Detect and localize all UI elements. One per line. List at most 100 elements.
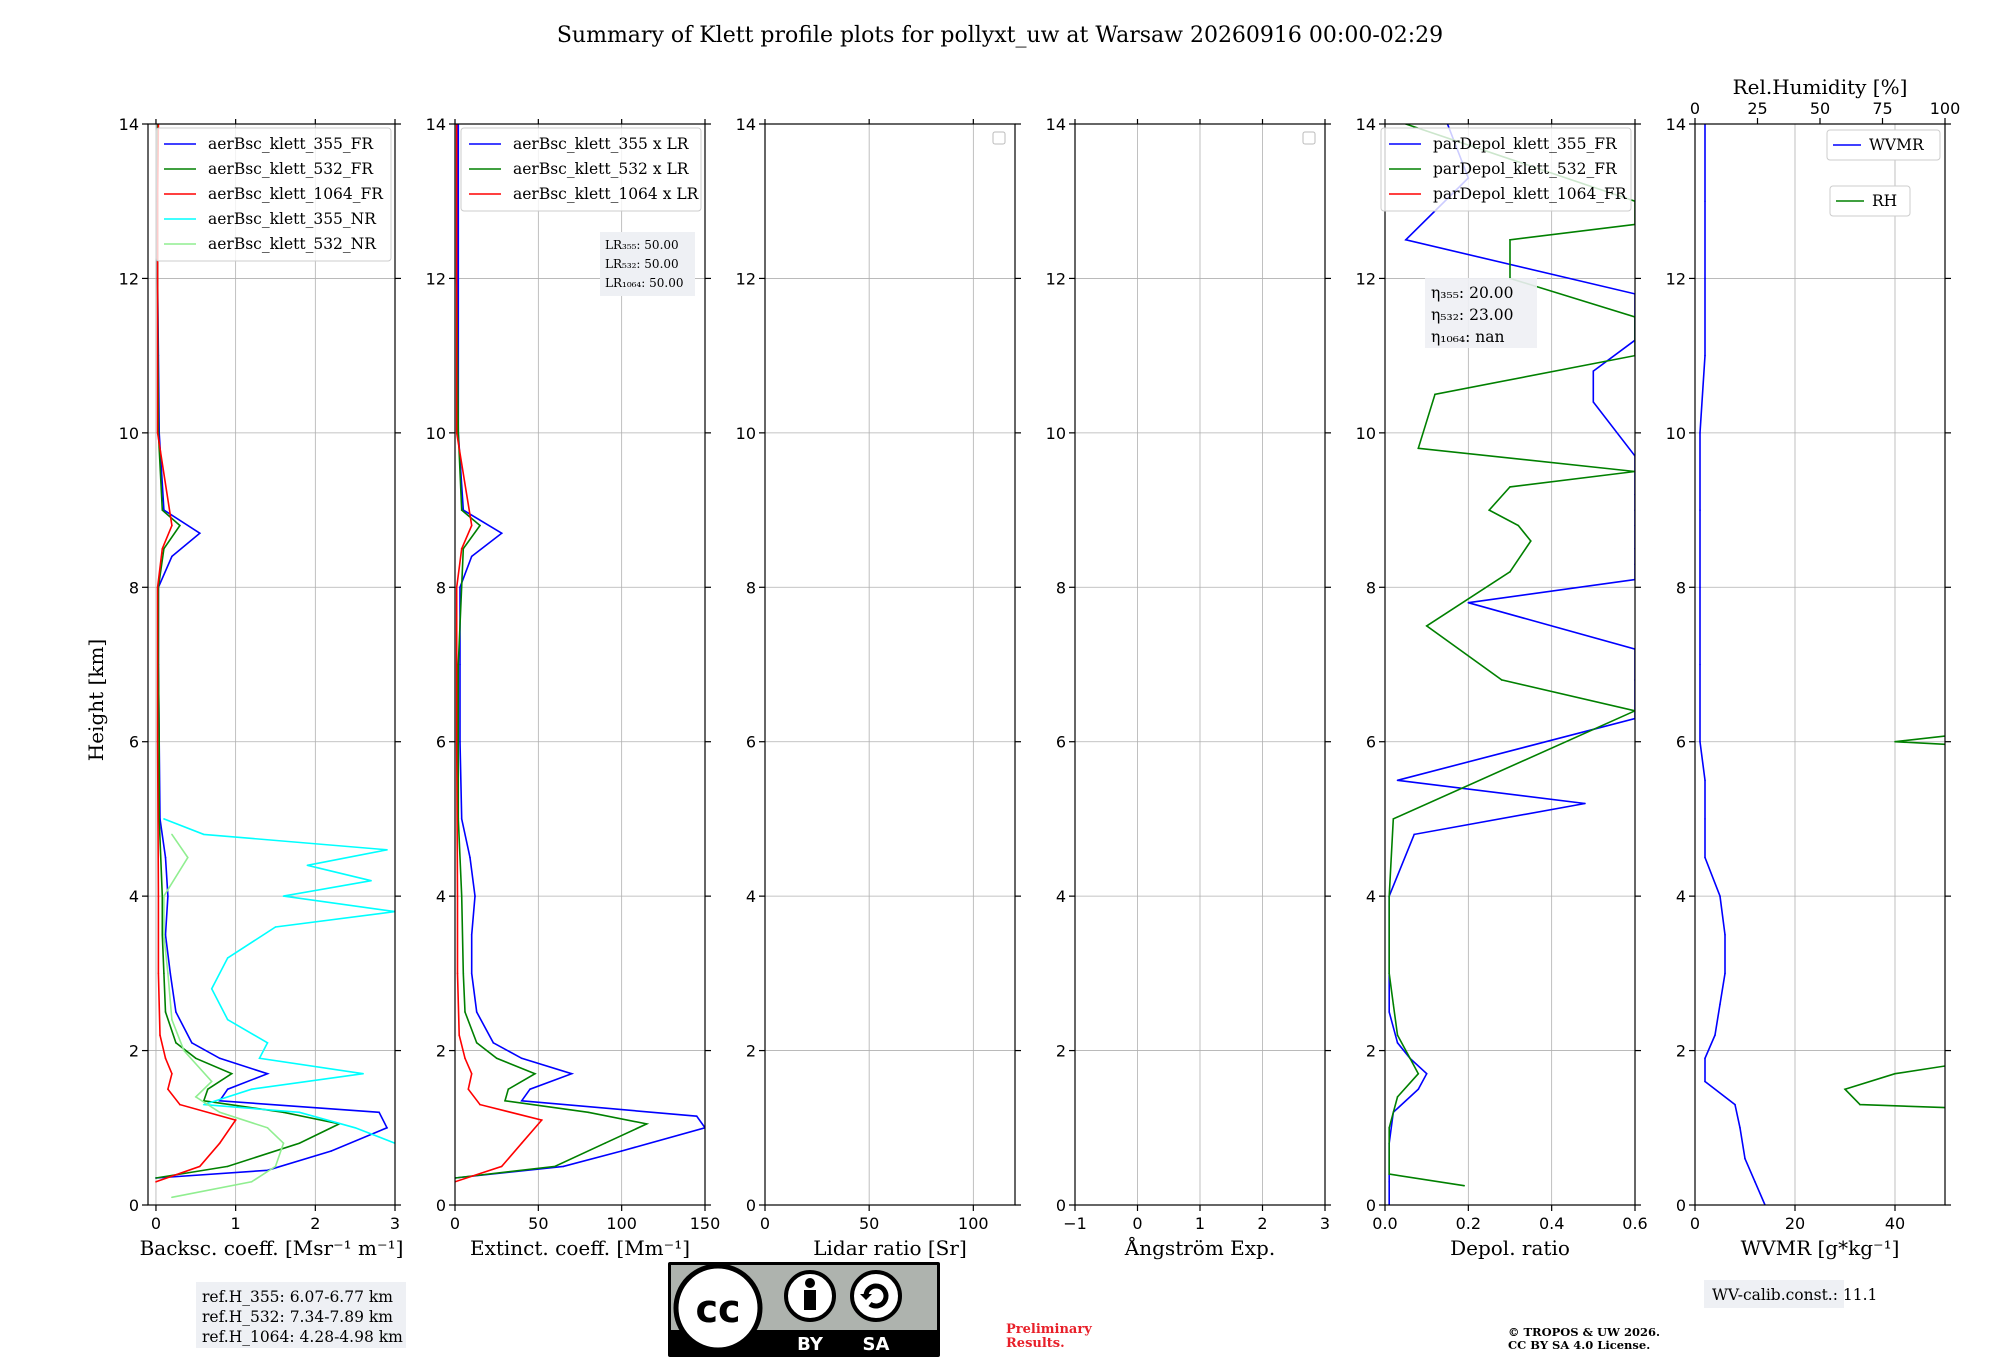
series-point: [274, 926, 277, 928]
series-point: [455, 586, 458, 589]
series-point: [306, 864, 309, 867]
series-point: [470, 972, 473, 975]
series-point: [1894, 1072, 1896, 1075]
x-axis-label: Depol. ratio: [1450, 1236, 1570, 1260]
series-point: [1592, 370, 1595, 372]
series-point: [274, 1165, 277, 1168]
series-point: [604, 1142, 606, 1145]
series-point: [1392, 1003, 1395, 1006]
x-tick-label: 0: [1132, 1214, 1142, 1233]
legend-label: parDepol_klett_532_FR: [1433, 160, 1618, 178]
series-point: [195, 1096, 197, 1098]
series-point: [695, 1115, 698, 1118]
panel-lidar_ratio: 0 2 4 6 8 10 12 14 0 50 100 Lidar ratio [Sr]: [736, 115, 1021, 1260]
series-point: [169, 972, 172, 975]
figure: Summary of Klett profile plots for polly…: [84, 23, 1961, 1357]
series-point: [171, 833, 173, 836]
y-tick-label: 12: [1666, 269, 1686, 288]
series-point: [266, 1072, 269, 1075]
x-tick-label: 0.6: [1622, 1214, 1647, 1233]
series-point: [202, 1103, 205, 1106]
x2-tick-label: 50: [1810, 99, 1830, 118]
x-tick-label: 1: [231, 1214, 241, 1233]
y-tick-label: 4: [436, 887, 446, 906]
series-point: [620, 1150, 623, 1152]
panel-frame: [1694, 123, 1946, 1206]
x2-tick-label: 75: [1872, 99, 1892, 118]
attribution-icon-body: [804, 1290, 816, 1310]
x-tick-label: 20: [1785, 1214, 1805, 1233]
series-point: [459, 740, 461, 743]
y-tick-label: 0: [1366, 1196, 1376, 1215]
y-tick-label: 14: [1666, 115, 1686, 134]
series-point: [226, 1165, 229, 1168]
y-tick-label: 10: [736, 424, 756, 443]
y-tick-label: 14: [426, 115, 446, 134]
series-point: [198, 532, 201, 535]
series-point: [458, 1034, 460, 1036]
series-point: [1699, 663, 1701, 666]
series-point: [1396, 779, 1399, 782]
x-axis-label: WVMR [g*kg⁻¹]: [1741, 1236, 1900, 1260]
series-point: [202, 833, 205, 836]
series-point: [467, 1088, 470, 1090]
series-point: [161, 895, 164, 897]
series-point: [258, 1057, 261, 1060]
series-point: [507, 1088, 510, 1090]
series-point: [1844, 1088, 1846, 1090]
series-point: [156, 740, 159, 743]
y-tick-label: 6: [746, 733, 756, 752]
series-point: [455, 740, 458, 743]
series-point: [362, 1072, 364, 1075]
annotation-line: η₅₃₂: 23.00: [1431, 306, 1513, 324]
x2-tick-label: 25: [1747, 99, 1767, 118]
series-point: [645, 1123, 648, 1125]
series-point: [156, 277, 159, 280]
y-tick-label: 10: [1356, 424, 1376, 443]
wv-calib-box: WV-calib.const.: 11.1: [1704, 1280, 1877, 1308]
series-point: [1754, 1181, 1756, 1183]
legend-label: aerBsc_klett_532 x LR: [513, 160, 690, 178]
series-line-aerbsc-klett-532-nr: [163, 833, 285, 1199]
y-tick-label: 4: [1056, 887, 1066, 906]
series-point: [1704, 1080, 1706, 1083]
series-point: [282, 895, 285, 897]
x-tick-label: 1: [1195, 1214, 1205, 1233]
series-point: [455, 277, 458, 280]
series-group: [155, 124, 395, 1199]
preliminary-line-2: Results.: [1006, 1336, 1065, 1351]
series-point: [1388, 1126, 1390, 1129]
series-point: [157, 895, 160, 897]
annotation-line: LR₃₅₅: 50.00: [605, 238, 679, 252]
y-tick-label: 14: [736, 115, 756, 134]
series-point: [161, 509, 164, 511]
series-point: [386, 849, 388, 851]
series-point: [534, 1072, 536, 1075]
series-point: [1467, 601, 1470, 604]
x-tick-label: 0: [760, 1214, 770, 1233]
y-tick-label: 2: [1676, 1042, 1686, 1061]
series-point: [570, 1072, 573, 1075]
y-tick-label: 10: [426, 424, 446, 443]
series-point: [520, 1057, 523, 1060]
series-point: [1509, 239, 1511, 241]
series-point: [164, 933, 167, 936]
series-point: [1704, 1057, 1706, 1060]
x2-tick-label: 100: [1930, 99, 1961, 118]
x-tick-label: 3: [390, 1214, 400, 1233]
series-point: [460, 895, 463, 897]
y-tick-label: 0: [436, 1196, 446, 1215]
series-point: [234, 1119, 237, 1121]
y-tick-label: 10: [119, 424, 139, 443]
ref-height-1064: ref.H_1064: 4.28-4.98 km: [202, 1328, 403, 1346]
series-point: [183, 1049, 185, 1052]
series-line-aerbsc-klett-1064-fr: [155, 124, 237, 1183]
series-point: [330, 1150, 333, 1152]
series-point: [171, 1072, 173, 1075]
y-tick-label: 12: [1046, 269, 1066, 288]
series-point: [1396, 1042, 1399, 1044]
series-point: [163, 933, 165, 936]
series-point: [1425, 1072, 1428, 1075]
series-point: [298, 1142, 301, 1145]
series-point: [163, 972, 165, 975]
